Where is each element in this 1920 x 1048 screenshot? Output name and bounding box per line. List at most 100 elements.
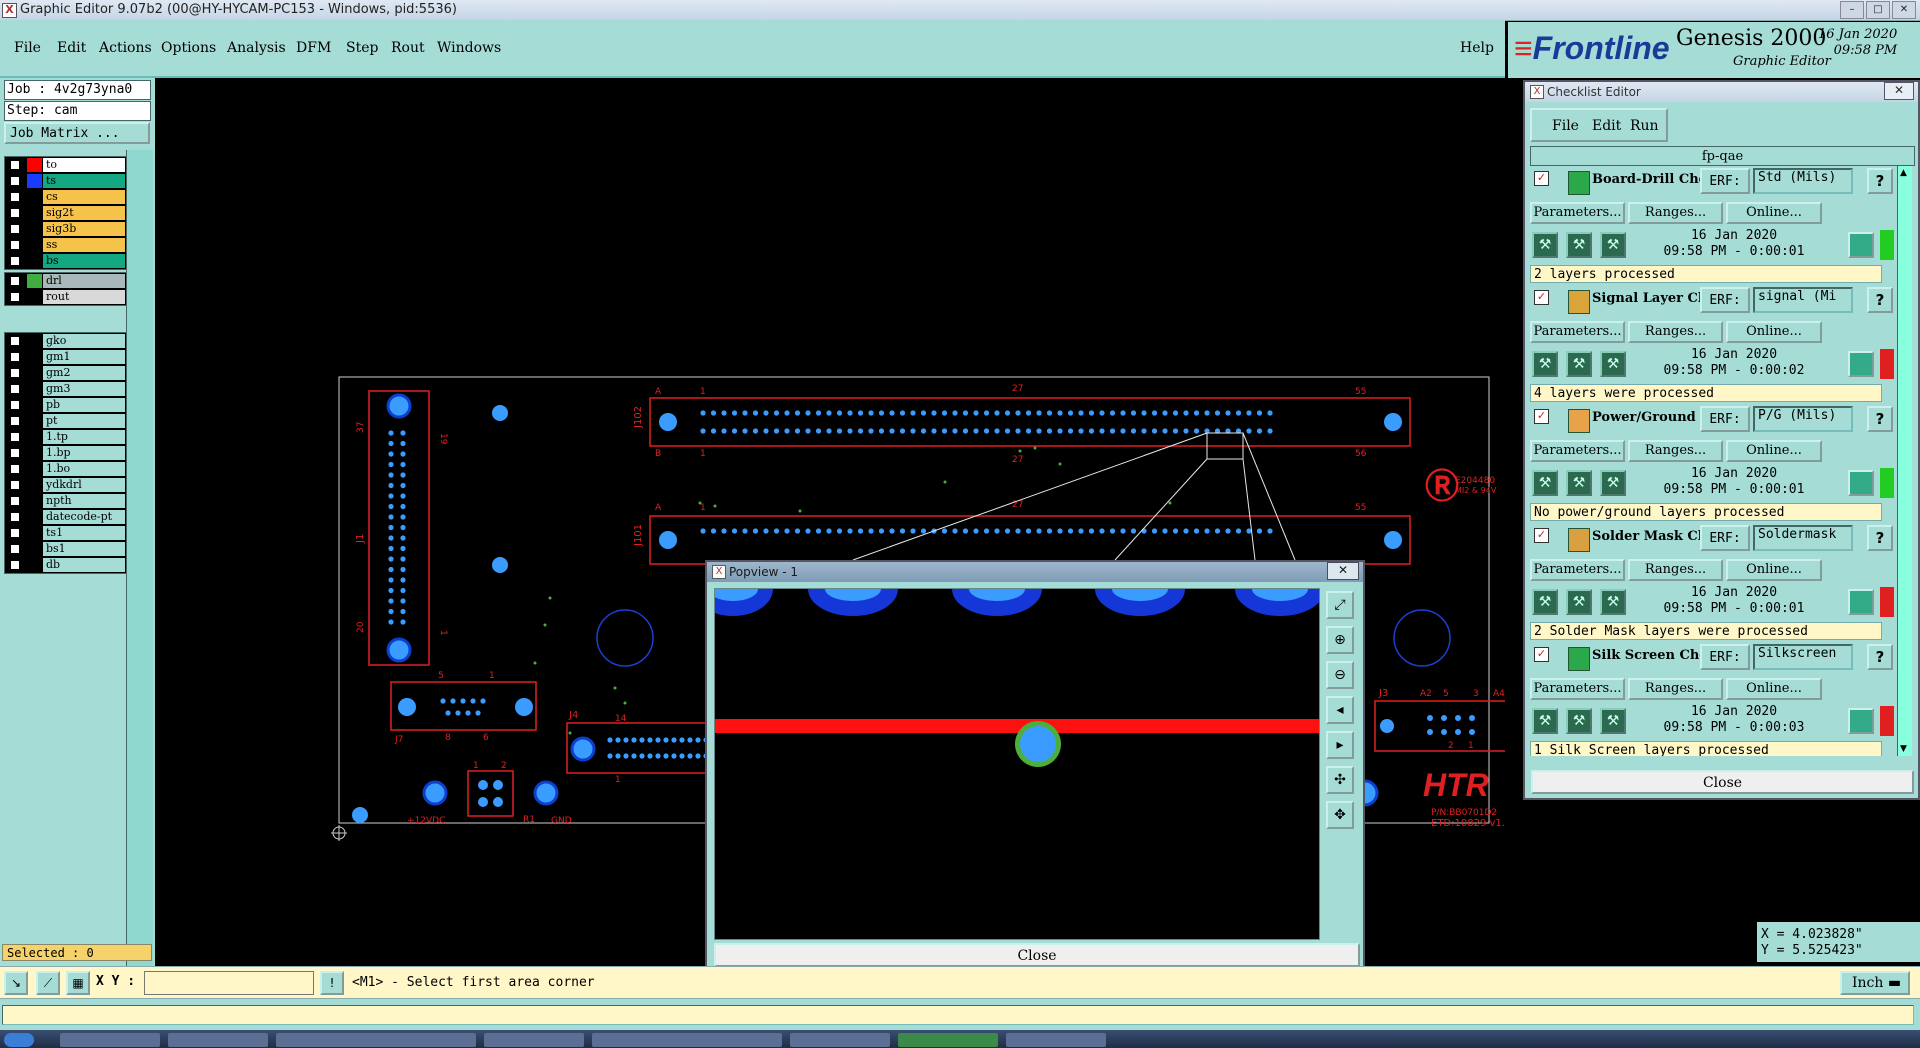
action-enable-checkbox[interactable]: ✓ (1534, 290, 1549, 305)
layer-color-swatch[interactable] (27, 222, 42, 236)
zoom-out-icon[interactable]: ⊖ (1326, 661, 1354, 689)
run-report-icon[interactable]: ⚒ (1600, 232, 1626, 258)
layer-row-ts[interactable]: ts (5, 173, 126, 189)
layer-checkbox[interactable] (10, 528, 20, 538)
run-action-icon[interactable]: ⚒ (1532, 232, 1558, 258)
erf-button[interactable]: ERF: (1700, 525, 1750, 551)
layer-checkbox[interactable] (10, 464, 20, 474)
layer-checkbox[interactable] (10, 368, 20, 378)
run-report-icon[interactable]: ⚒ (1600, 589, 1626, 615)
ranges-button[interactable]: Ranges... (1628, 559, 1723, 581)
erf-value[interactable]: Soldermask (1753, 525, 1853, 551)
popview-close-x[interactable]: ✕ (1327, 562, 1359, 580)
menu-dfm[interactable]: DFM (296, 40, 331, 56)
layer-color-swatch[interactable] (27, 558, 42, 572)
run-action-icon[interactable]: ⚒ (1532, 589, 1558, 615)
pan-right-icon[interactable]: ▸ (1326, 731, 1354, 759)
menu-options[interactable]: Options (161, 40, 216, 56)
layer-color-swatch[interactable] (27, 462, 42, 476)
layer-color-swatch[interactable] (27, 206, 42, 220)
layer-row-1.bo[interactable]: 1.bo (5, 461, 126, 477)
erf-button[interactable]: ERF: (1700, 168, 1750, 194)
taskbar-item[interactable] (790, 1033, 890, 1047)
online-button[interactable]: Online... (1726, 321, 1822, 343)
layer-panel-scrollbar[interactable] (126, 150, 153, 1018)
help-question-icon[interactable]: ? (1867, 644, 1893, 670)
minimize-button[interactable]: – (1840, 1, 1864, 19)
ranges-button[interactable]: Ranges... (1628, 321, 1723, 343)
layer-color-swatch[interactable] (27, 274, 42, 288)
action-enable-checkbox[interactable]: ✓ (1534, 409, 1549, 424)
action-name[interactable]: Power/Ground C (1592, 410, 1700, 425)
layer-color-swatch[interactable] (27, 398, 42, 412)
run-action-icon[interactable]: ⚒ (1532, 470, 1558, 496)
layer-row-1.bp[interactable]: 1.bp (5, 445, 126, 461)
help-question-icon[interactable]: ? (1867, 287, 1893, 313)
online-button[interactable]: Online... (1726, 559, 1822, 581)
layer-checkbox[interactable] (10, 292, 20, 302)
taskbar-item[interactable] (60, 1033, 160, 1047)
info-icon[interactable]: ! (320, 971, 344, 995)
layer-row-cs[interactable]: cs (5, 189, 126, 205)
layer-row-pb[interactable]: pb (5, 397, 126, 413)
layer-checkbox[interactable] (10, 352, 20, 362)
parameters-button[interactable]: Parameters... (1530, 321, 1625, 343)
layer-checkbox[interactable] (10, 432, 20, 442)
layer-color-swatch[interactable] (27, 446, 42, 460)
layer-color-swatch[interactable] (27, 334, 42, 348)
layer-row-gm2[interactable]: gm2 (5, 365, 126, 381)
layer-checkbox[interactable] (10, 192, 20, 202)
layer-checkbox[interactable] (10, 400, 20, 410)
maximize-button[interactable]: □ (1866, 1, 1890, 19)
unit-selector[interactable]: Inch ▬ (1840, 971, 1910, 995)
layer-checkbox[interactable] (10, 224, 20, 234)
menu-file[interactable]: File (14, 40, 41, 56)
layer-checkbox[interactable] (10, 480, 20, 490)
layer-checkbox[interactable] (10, 560, 20, 570)
online-button[interactable]: Online... (1726, 678, 1822, 700)
action-name[interactable]: Solder Mask Che (1592, 529, 1700, 544)
layer-color-swatch[interactable] (27, 254, 42, 268)
run-action-icon[interactable]: ⚒ (1532, 351, 1558, 377)
layer-color-swatch[interactable] (27, 366, 42, 380)
menu-help[interactable]: Help (1460, 40, 1494, 56)
layer-color-swatch[interactable] (27, 510, 42, 524)
menu-actions[interactable]: Actions (99, 40, 152, 56)
layer-color-swatch[interactable] (27, 526, 42, 540)
action-enable-checkbox[interactable]: ✓ (1534, 647, 1549, 662)
magnify-results-icon[interactable] (1848, 232, 1874, 258)
taskbar-item[interactable] (484, 1033, 584, 1047)
action-name[interactable]: Board-Drill Che (1592, 172, 1700, 187)
layer-checkbox[interactable] (10, 176, 20, 186)
layer-checkbox[interactable] (10, 448, 20, 458)
layer-color-swatch[interactable] (27, 430, 42, 444)
action-name[interactable]: Silk Screen Che (1592, 648, 1700, 663)
ranges-button[interactable]: Ranges... (1628, 202, 1723, 224)
magnify-results-icon[interactable] (1848, 708, 1874, 734)
erf-button[interactable]: ERF: (1700, 644, 1750, 670)
erf-button[interactable]: ERF: (1700, 406, 1750, 432)
popview-close-button[interactable]: Close (714, 943, 1360, 967)
parameters-button[interactable]: Parameters... (1530, 202, 1625, 224)
ranges-button[interactable]: Ranges... (1628, 440, 1723, 462)
taskbar-item[interactable] (276, 1033, 476, 1047)
parameters-button[interactable]: Parameters... (1530, 678, 1625, 700)
magnify-results-icon[interactable] (1848, 351, 1874, 377)
layer-row-npth[interactable]: npth (5, 493, 126, 509)
run-report-icon[interactable]: ⚒ (1600, 470, 1626, 496)
menu-rout[interactable]: Rout (391, 40, 425, 56)
layer-checkbox[interactable] (10, 276, 20, 286)
layer-row-sig2t[interactable]: sig2t (5, 205, 126, 221)
layer-color-swatch[interactable] (27, 494, 42, 508)
layer-checkbox[interactable] (10, 544, 20, 554)
layer-checkbox[interactable] (10, 384, 20, 394)
layer-checkbox[interactable] (10, 496, 20, 506)
magnify-results-icon[interactable] (1848, 589, 1874, 615)
start-button-icon[interactable] (4, 1033, 34, 1047)
center-icon[interactable]: ✥ (1326, 801, 1354, 829)
help-question-icon[interactable]: ? (1867, 168, 1893, 194)
action-name[interactable]: Signal Layer Ch (1592, 291, 1700, 306)
popview-canvas[interactable] (714, 588, 1320, 940)
taskbar-item[interactable] (898, 1033, 998, 1047)
snap-icon[interactable]: ↘ (4, 971, 28, 995)
